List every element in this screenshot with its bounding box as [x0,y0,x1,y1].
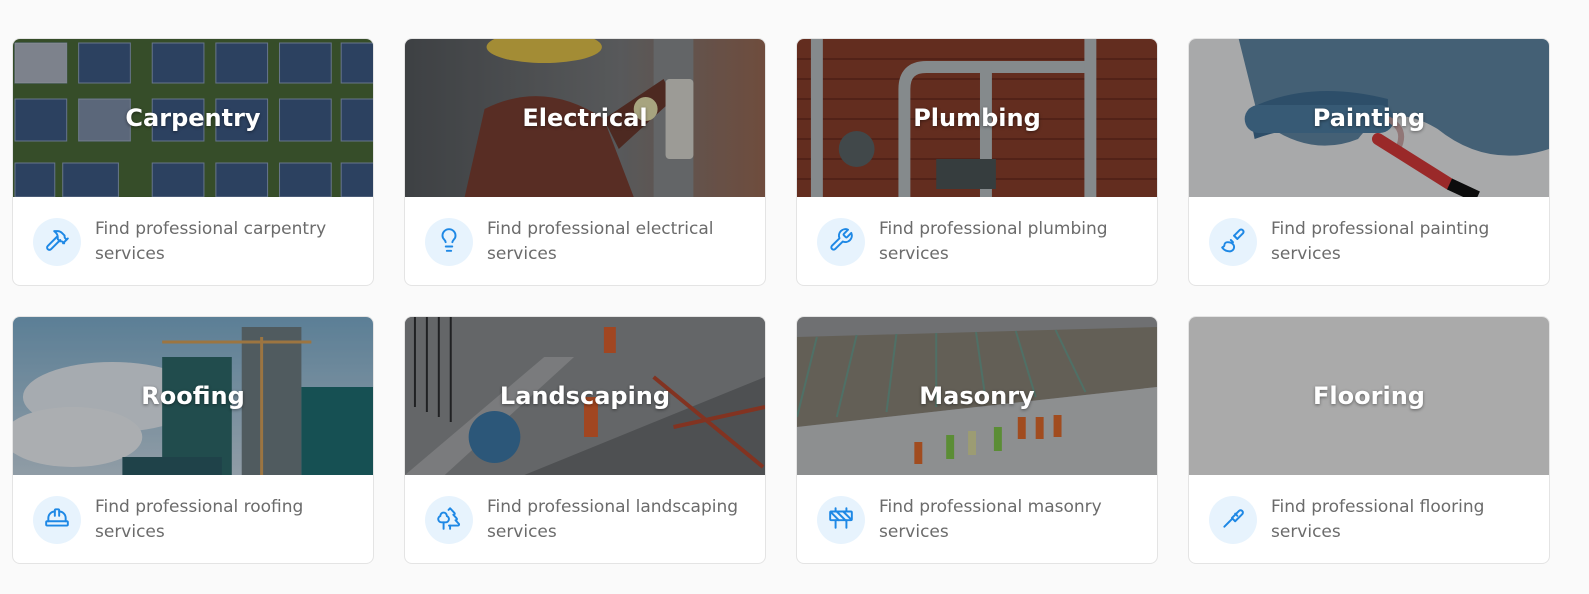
construction-barrier-icon [828,505,854,535]
service-card-roofing[interactable]: Roofing Find professional roofing servic… [12,316,374,564]
service-description: Find professional plumbing services [879,219,1108,264]
card-image: Roofing [13,317,373,475]
service-description: Find professional flooring services [1271,497,1485,542]
service-card-plumbing[interactable]: Plumbing Find professional plumbing serv… [796,38,1158,286]
service-title: Carpentry [125,104,261,132]
service-card-painting[interactable]: Painting Find professional painting serv… [1188,38,1550,286]
service-title: Plumbing [913,104,1041,132]
service-title: Roofing [141,382,245,410]
service-description: Find professional painting services [1271,219,1490,264]
service-card-carpentry[interactable]: Carpentry Find professional carpentry se… [12,38,374,286]
service-description: Find professional electrical services [487,219,714,264]
service-card-masonry[interactable]: Masonry Find professional masonry servic… [796,316,1158,564]
service-title: Electrical [522,104,648,132]
service-card-electrical[interactable]: Electrical Find professional electrical … [404,38,766,286]
service-title: Flooring [1313,382,1425,410]
lightbulb-icon [436,227,462,257]
card-image: Electrical [405,39,765,197]
service-title: Masonry [919,382,1035,410]
card-image: Masonry [797,317,1157,475]
service-description: Find professional roofing services [95,497,304,542]
services-grid: Carpentry Find professional carpentry se… [12,38,1550,564]
service-description: Find professional landscaping services [487,497,739,542]
paint-roller-icon [1220,505,1246,535]
service-card-flooring[interactable]: Flooring Find professional flooring serv… [1188,316,1550,564]
card-image: Carpentry [13,39,373,197]
service-title: Painting [1312,104,1426,132]
card-image: Painting [1189,39,1549,197]
card-image: Flooring [1189,317,1549,475]
service-title: Landscaping [499,382,671,410]
service-description: Find professional masonry services [879,497,1102,542]
service-description: Find professional carpentry services [95,219,327,264]
hammer-icon [44,227,70,257]
card-image: Landscaping [405,317,765,475]
trees-icon [436,505,462,535]
paintbrush-icon [1220,227,1246,257]
card-image: Plumbing [797,39,1157,197]
service-card-landscaping[interactable]: Landscaping Find professional landscapin… [404,316,766,564]
wrench-icon [828,227,854,257]
hard-hat-icon [44,505,70,535]
